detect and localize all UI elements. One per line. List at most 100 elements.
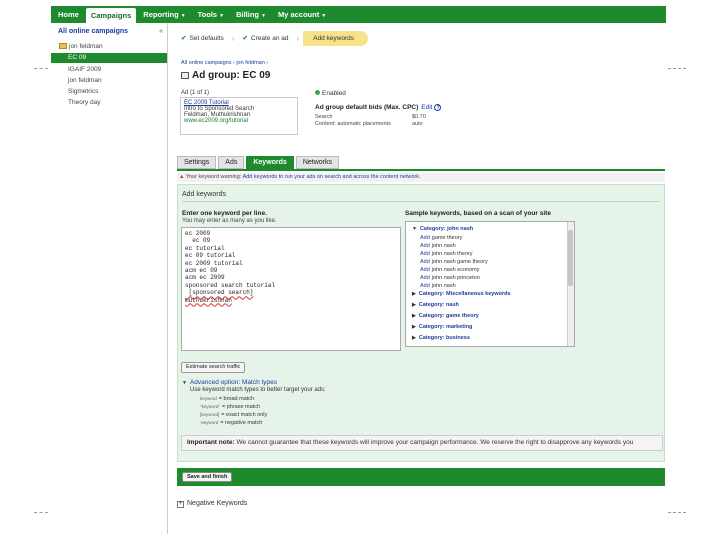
sample-keyword-item: Add john nash princeton xyxy=(420,275,480,281)
bid-row-label: Content: automatic placements xyxy=(315,121,391,127)
keyword-line: ec 2009 tutorial xyxy=(185,259,243,267)
enter-keywords-label: Enter one keyword per line. xyxy=(182,210,267,217)
bid-row-label: Search xyxy=(315,114,333,120)
ad-display-url: www.ec2009.org/tutorial xyxy=(184,118,249,124)
nav-tab-home[interactable]: Home xyxy=(53,8,84,21)
nav-tab-label: My account xyxy=(277,10,320,19)
ad-group-icon xyxy=(181,72,189,79)
match-type-desc: = phrase match xyxy=(221,404,261,410)
advanced-match-types-toggle[interactable]: ▼ Advanced option: Match types xyxy=(182,379,277,386)
breadcrumb[interactable]: All online campaigns › jon feldman › xyxy=(181,60,268,66)
nav-tab-billing[interactable]: Billing ▼ xyxy=(231,8,271,21)
sidebar-title[interactable]: All online campaigns xyxy=(58,28,128,35)
match-type-row: "keyword" = phrase match xyxy=(200,404,260,410)
sample-keywords-list[interactable]: ▼ Category: john nash Add game theory Add joh… xyxy=(405,221,575,347)
add-keyword-link[interactable]: Add xyxy=(420,267,430,273)
sample-category-label: Category: john nash xyxy=(419,226,474,232)
save-and-finish-button[interactable]: Save and finish xyxy=(182,472,233,482)
keyword-line: ec 2009 xyxy=(185,230,211,237)
sample-category[interactable]: ▶ Category: business xyxy=(412,335,470,341)
nav-tab-label: Tools xyxy=(197,10,218,19)
nav-tab-label: Billing xyxy=(236,10,259,19)
sidebar-item-igaif-2009[interactable]: IGAIF 2009 xyxy=(68,66,101,73)
sidebar-collapse-icon[interactable]: « xyxy=(159,28,163,35)
sample-category-label: Category: nash xyxy=(418,302,459,308)
keyword-line: ec tutorial xyxy=(185,244,225,252)
wizard-step-create-ad[interactable]: ✔ Create an ad xyxy=(238,31,296,46)
sample-category[interactable]: ▼ Category: john nash xyxy=(412,226,473,232)
sample-keyword-label: john nash xyxy=(431,243,456,249)
tab-keywords[interactable]: Keywords xyxy=(246,156,294,169)
sample-keyword-item: Add john nash xyxy=(420,283,456,289)
keyword-line: ec 09 xyxy=(185,237,211,245)
sample-category[interactable]: ▶ Category: nash xyxy=(412,302,459,308)
match-type-desc: = broad match xyxy=(218,396,255,402)
match-types-description: Use keyword match types to better target… xyxy=(190,387,326,393)
ads-count-label: Ad (1 of 1) xyxy=(181,90,210,96)
add-keyword-link[interactable]: Add xyxy=(420,251,430,257)
match-type-example: keyword xyxy=(200,396,217,401)
sidebar-item-theory-day[interactable]: Theory day xyxy=(68,99,101,106)
triangle-down-icon: ▼ xyxy=(412,226,417,232)
sample-category[interactable]: ▶ Category: Miscellaneous keywords xyxy=(412,291,511,297)
sidebar-item-jon-feldman[interactable]: jon feldman xyxy=(68,77,102,84)
triangle-right-icon: ▶ xyxy=(412,313,416,319)
heading-divider xyxy=(182,201,660,202)
match-type-desc: = negative match xyxy=(220,420,263,426)
nav-tab-label: Reporting xyxy=(143,10,179,19)
important-bold: Important note: xyxy=(187,439,235,446)
sample-category[interactable]: ▶ Category: game theory xyxy=(412,313,479,319)
action-bar: Save and finish xyxy=(177,468,665,486)
scrollbar-thumb[interactable] xyxy=(568,230,573,286)
add-keyword-link[interactable]: Add xyxy=(420,259,430,265)
notice-link[interactable]: Add keywords to run your ads on search a… xyxy=(243,174,421,180)
sample-category[interactable]: ▶ Category: marketing xyxy=(412,324,472,330)
bids-title-text: Ad group default bids (Max. CPC) xyxy=(315,104,419,111)
add-keyword-link[interactable]: Add xyxy=(420,283,430,289)
status-dot-icon xyxy=(315,90,320,95)
wizard-step-set-defaults[interactable]: ✔ Set defaults xyxy=(177,31,232,46)
triangle-right-icon: ▶ xyxy=(412,302,416,308)
expand-plus-icon: + xyxy=(177,501,184,508)
warning-icon: ▲ xyxy=(179,174,185,180)
add-keyword-link[interactable]: Add xyxy=(420,275,430,281)
advanced-label: Advanced option: Match types xyxy=(189,379,278,386)
sample-keyword-label: john nash xyxy=(431,283,456,289)
match-type-row: keyword = broad match xyxy=(200,396,254,402)
add-keyword-link[interactable]: Add xyxy=(420,243,430,249)
match-type-example: "keyword" xyxy=(200,404,220,409)
triangle-down-icon: ▼ xyxy=(182,380,187,386)
edit-bids-link[interactable]: Edit xyxy=(421,104,432,111)
match-type-example: -keyword xyxy=(200,420,219,425)
sample-category-label: Category: marketing xyxy=(418,324,473,330)
tab-settings[interactable]: Settings xyxy=(177,156,217,169)
tab-networks[interactable]: Networks xyxy=(295,156,340,169)
nav-tab-reporting[interactable]: Reporting ▼ xyxy=(138,8,190,21)
campaign-sidebar: All online campaigns « jon feldman EC 09… xyxy=(51,23,168,534)
wizard-step-add-keywords: Add keywords xyxy=(303,31,368,46)
sample-keyword-item: Add john nash economy xyxy=(420,267,480,273)
notice-prefix: Your keyword warning: xyxy=(185,174,242,180)
page-title-text: Ad group: EC 09 xyxy=(192,70,271,81)
sample-keyword-label: john nash economy xyxy=(431,267,480,273)
sidebar-item-ec-09[interactable]: EC 09 xyxy=(51,53,167,63)
sample-keyword-item: Add john nash theory xyxy=(420,251,472,257)
nav-tab-tools[interactable]: Tools ▼ xyxy=(193,8,229,21)
help-icon[interactable]: ? xyxy=(434,104,442,111)
bid-row-value: $0.70 xyxy=(412,114,426,120)
keyword-line: acm ec 2009 xyxy=(185,274,225,282)
sidebar-root[interactable]: jon feldman xyxy=(59,43,103,50)
sidebar-item-sigmetrics[interactable]: Sigmetrics xyxy=(68,88,98,95)
chevron-down-icon: ▼ xyxy=(260,13,266,19)
keywords-textarea[interactable]: ec 2009 ec 09 ec tutorial ec 09 tutorial ec… xyxy=(181,227,401,351)
tab-ads[interactable]: Ads xyxy=(218,156,245,169)
negative-keywords-toggle[interactable]: + Negative Keywords xyxy=(177,500,247,508)
match-type-row: [keyword] = exact match only xyxy=(200,412,267,418)
estimate-traffic-button[interactable]: Estimate search traffic xyxy=(181,362,246,373)
sample-scrollbar[interactable] xyxy=(567,222,574,346)
add-keyword-link[interactable]: Add xyxy=(420,235,430,241)
sample-category-label: Category: Miscellaneous keywords xyxy=(418,291,511,297)
nav-tab-my-account[interactable]: My account ▼ xyxy=(273,8,331,21)
sample-keyword-label: john nash theory xyxy=(431,251,473,257)
nav-tab-campaigns[interactable]: Campaigns xyxy=(85,8,137,23)
